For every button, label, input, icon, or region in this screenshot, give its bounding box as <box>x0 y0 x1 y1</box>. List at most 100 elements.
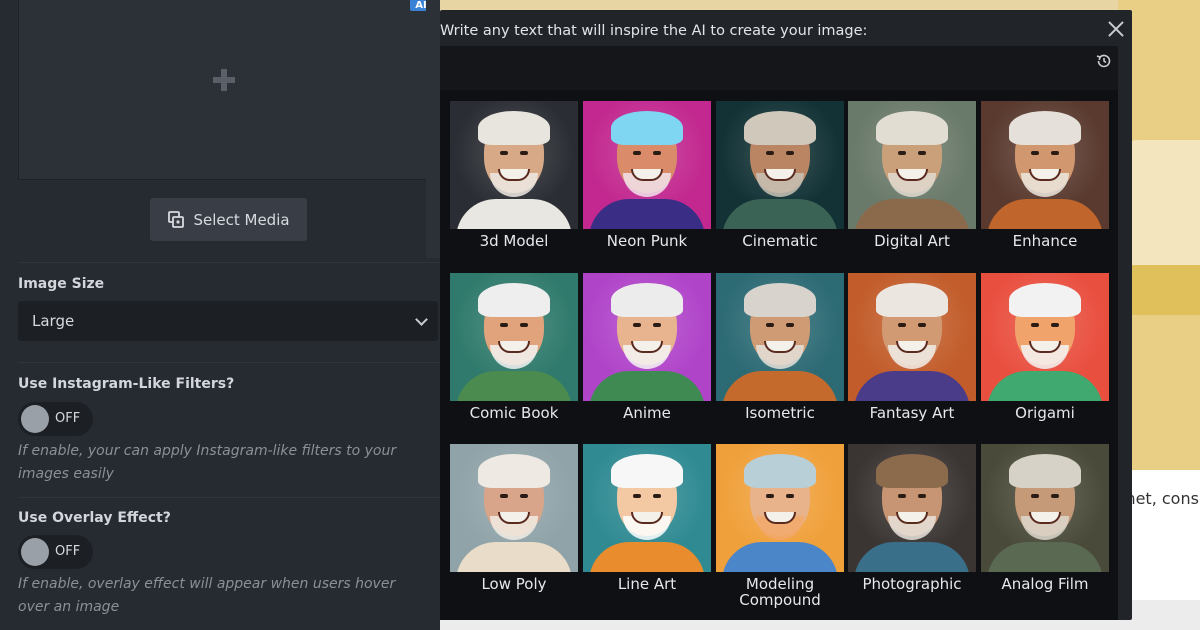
style-thumbnail[interactable] <box>450 273 578 401</box>
style-thumbnail[interactable] <box>716 101 844 229</box>
style-thumbnail[interactable] <box>981 101 1109 229</box>
overlay-effect-toggle[interactable]: OFF <box>18 535 93 569</box>
image-size-value: Large <box>32 312 75 330</box>
style-card[interactable]: Isometric <box>716 273 844 421</box>
style-label: Line Art <box>617 575 677 593</box>
history-icon[interactable] <box>1095 52 1113 70</box>
background-object <box>1120 140 1200 270</box>
style-thumbnail[interactable] <box>848 273 976 401</box>
style-portrait-shirt <box>854 199 970 229</box>
select-media-label: Select Media <box>193 210 290 229</box>
style-card[interactable]: Origami <box>981 273 1109 421</box>
style-thumbnail[interactable] <box>450 101 578 229</box>
image-size-title: Image Size <box>18 276 105 292</box>
style-thumbnail[interactable] <box>981 444 1109 572</box>
plus-icon[interactable] <box>213 69 235 91</box>
prompt-label: Write any text that will inspire the AI … <box>440 23 868 39</box>
overlay-effect-title: Use Overlay Effect? <box>18 510 171 526</box>
style-label: 3d Model <box>479 232 549 250</box>
style-thumbnail[interactable] <box>583 273 711 401</box>
style-label: Comic Book <box>469 404 559 422</box>
style-card[interactable]: Comic Book <box>450 273 578 421</box>
style-label: Enhance <box>1012 232 1078 250</box>
style-card[interactable]: Line Art <box>583 444 711 592</box>
style-thumbnail[interactable] <box>583 444 711 572</box>
style-portrait-shirt <box>987 371 1103 401</box>
style-portrait-eyes <box>633 323 661 327</box>
style-portrait-hair <box>876 111 948 145</box>
style-label: Cinematic <box>742 232 818 250</box>
instagram-filters-hint: If enable, your can apply Instagram-like… <box>18 443 397 482</box>
style-portrait-hair <box>1009 111 1081 145</box>
style-card[interactable]: Modeling Compound <box>716 444 844 608</box>
media-icon <box>167 210 185 229</box>
divider <box>18 362 440 363</box>
style-portrait-shirt <box>854 371 970 401</box>
style-portrait-hair <box>876 283 948 317</box>
background-text: met, conse <box>1120 489 1200 508</box>
style-portrait-eyes <box>898 151 926 155</box>
style-label: Isometric <box>745 404 815 422</box>
style-thumbnail[interactable] <box>981 273 1109 401</box>
style-thumbnail[interactable] <box>716 444 844 572</box>
style-thumbnail[interactable] <box>583 101 711 229</box>
style-portrait-shirt <box>456 199 572 229</box>
instagram-filters-toggle[interactable]: OFF <box>18 402 93 436</box>
style-portrait-hair <box>1009 454 1081 488</box>
style-thumbnail[interactable] <box>716 273 844 401</box>
style-card[interactable]: 3d Model <box>450 101 578 249</box>
style-portrait-hair <box>744 111 816 145</box>
style-card[interactable]: Digital Art <box>848 101 976 249</box>
style-label: Fantasy Art <box>869 404 955 422</box>
media-dropzone[interactable] <box>18 0 430 180</box>
toggle-state: OFF <box>55 411 81 426</box>
style-card[interactable]: Low Poly <box>450 444 578 592</box>
style-card[interactable]: Neon Punk <box>583 101 711 249</box>
style-label: Origami <box>1015 404 1075 422</box>
style-label: Low Poly <box>481 575 547 593</box>
style-portrait-hair <box>478 454 550 488</box>
style-label: Modeling Compound <box>739 575 821 609</box>
style-card[interactable]: Photographic <box>848 444 976 592</box>
style-label: Neon Punk <box>606 232 688 250</box>
style-portrait-eyes <box>898 494 926 498</box>
style-thumbnail[interactable] <box>450 444 578 572</box>
settings-panel: AI Select Media Image Size Large Use Ins… <box>0 0 440 630</box>
style-portrait-shirt <box>722 199 838 229</box>
style-label: Anime <box>623 404 671 422</box>
style-thumbnail[interactable] <box>848 444 976 572</box>
style-portrait-hair <box>1009 283 1081 317</box>
select-media-button[interactable]: Select Media <box>150 198 307 241</box>
chevron-down-icon <box>415 313 428 326</box>
style-portrait-eyes <box>1031 494 1059 498</box>
style-portrait-hair <box>611 283 683 317</box>
style-portrait-eyes <box>898 323 926 327</box>
style-portrait-eyes <box>1031 151 1059 155</box>
style-portrait-hair <box>611 454 683 488</box>
background-panel <box>426 0 440 258</box>
style-portrait-eyes <box>500 494 528 498</box>
style-portrait-shirt <box>589 542 705 572</box>
style-card[interactable]: Enhance <box>981 101 1109 249</box>
style-card[interactable]: Anime <box>583 273 711 421</box>
style-portrait-shirt <box>987 542 1103 572</box>
prompt-input[interactable] <box>440 46 1118 92</box>
divider <box>18 262 440 263</box>
style-card[interactable]: Cinematic <box>716 101 844 249</box>
overlay-effect-hint: If enable, overlay effect will appear wh… <box>18 576 396 615</box>
style-label: Photographic <box>862 575 962 593</box>
style-portrait-eyes <box>633 494 661 498</box>
style-portrait-hair <box>744 283 816 317</box>
style-card[interactable]: Analog Film <box>981 444 1109 592</box>
toggle-knob <box>21 405 49 433</box>
style-portrait-hair <box>611 111 683 145</box>
style-card[interactable]: Fantasy Art <box>848 273 976 421</box>
instagram-filters-title: Use Instagram-Like Filters? <box>18 376 235 392</box>
style-thumbnail[interactable] <box>848 101 976 229</box>
style-portrait-shirt <box>722 542 838 572</box>
style-portrait-eyes <box>766 151 794 155</box>
image-size-select[interactable]: Large <box>18 301 438 341</box>
style-label: Analog Film <box>1001 575 1089 593</box>
close-icon[interactable] <box>1105 18 1127 40</box>
style-grid: 3d Model Neon Punk Cinematic Digital Art Enh… <box>440 90 1118 620</box>
